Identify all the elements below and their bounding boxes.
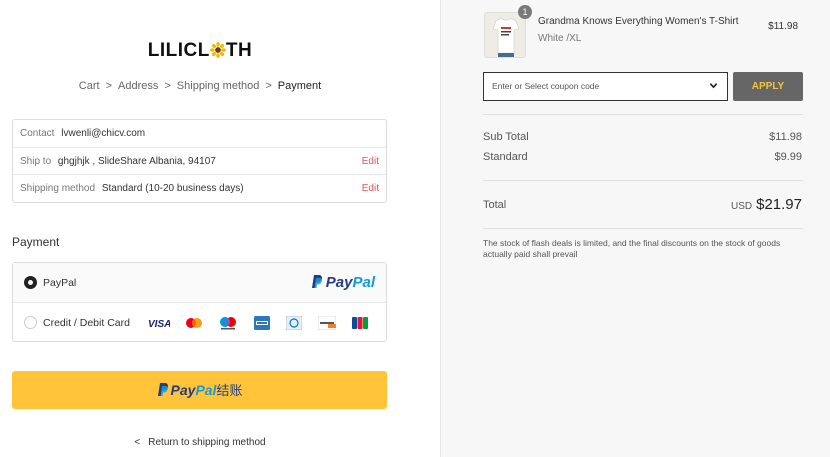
visa-icon: VISA (148, 319, 170, 330)
quantity-badge: 1 (518, 5, 532, 19)
payment-option-card[interactable]: Credit / Debit Card VISA (13, 303, 386, 343)
order-summary: 1 Grandma Knows Everything Women's T-Shi… (440, 0, 830, 457)
breadcrumb-separator: > (164, 80, 171, 92)
paypal-logo-text-b: Pal (352, 274, 375, 291)
apply-coupon-button[interactable]: APPLY (733, 72, 803, 101)
ship-to-label: Ship to (20, 155, 52, 167)
payment-option-paypal[interactable]: PayPal PayPal (13, 263, 386, 303)
card-radio[interactable] (24, 316, 37, 329)
paypal-checkout-button[interactable]: PayPal结账 (12, 371, 387, 409)
ship-to-value: ghgjhjk , SlideShare Albania, 94107 (57, 155, 216, 167)
brand-logo[interactable]: LILICL TH (0, 40, 400, 62)
chevron-down-icon (709, 73, 718, 100)
contact-value: lvwenli@chicv.com (61, 128, 146, 139)
payment-title: Payment (12, 235, 60, 249)
amex-icon (254, 316, 270, 330)
shipping-cost-value: $9.99 (774, 151, 802, 163)
payment-options: PayPal PayPal Credit / Debit Card VISA (12, 262, 387, 342)
paypal-p-icon (157, 383, 168, 396)
paypal-option-label: PayPal (43, 277, 77, 289)
edit-shipping-link[interactable]: Edit (362, 175, 379, 202)
subtotal-value: $11.98 (769, 131, 802, 143)
paypal-logo-text-a: Pay (325, 274, 353, 291)
product-name: Grandma Knows Everything Women's T-Shirt (538, 16, 739, 27)
breadcrumb-shipping-method[interactable]: Shipping method (177, 80, 260, 92)
subtotal-label: Sub Total (483, 131, 529, 143)
return-to-shipping-link[interactable]: < Return to shipping method (0, 437, 400, 448)
paypal-p-icon (311, 275, 322, 288)
breadcrumb-separator: > (265, 80, 272, 92)
logo-text-left: LILICL (147, 40, 210, 61)
breadcrumb-cart[interactable]: Cart (79, 80, 100, 92)
coupon-placeholder: Enter or Select coupon code (492, 81, 600, 91)
total-value: $21.97 (756, 196, 802, 213)
card-option-label: Credit / Debit Card (43, 317, 130, 329)
svg-text:VISA: VISA (148, 319, 170, 330)
paypal-radio[interactable] (24, 276, 37, 289)
return-link-label: Return to shipping method (148, 437, 266, 448)
total-label: Total (483, 199, 507, 211)
total-amount: USD $21.97 (731, 196, 802, 213)
tshirt-image (485, 13, 525, 57)
ship-to-row: Ship to ghgjhjk , SlideShare Albania, 94… (13, 148, 386, 175)
diners-club-icon (286, 316, 302, 330)
shipping-method-label: Shipping method (20, 183, 96, 194)
paypal-button-text-a: Pay (170, 382, 196, 398)
shipping-cost-label: Standard (483, 151, 528, 163)
divider (483, 180, 803, 181)
flash-deal-notice: The stock of flash deals is limited, and… (483, 238, 781, 259)
maestro-icon (220, 317, 236, 330)
paypal-button-text-b: Pal (195, 382, 217, 398)
mastercard-icon (186, 318, 202, 328)
coupon-select[interactable]: Enter or Select coupon code (483, 72, 728, 101)
total-currency: USD (730, 201, 753, 212)
breadcrumb-address[interactable]: Address (118, 80, 158, 92)
logo-text-right: TH (225, 40, 253, 61)
contact-label: Contact (20, 128, 55, 139)
divider (483, 114, 803, 115)
edit-address-link[interactable]: Edit (362, 148, 379, 175)
chevron-left-icon: < (134, 437, 141, 448)
sunflower-icon (209, 42, 226, 58)
breadcrumb: Cart > Address > Shipping method > Payment (0, 80, 400, 92)
contact-row: Contact lvwenli@chicv.com (13, 120, 386, 148)
checkout-info-box: Contact lvwenli@chicv.com Ship to ghgjhj… (12, 119, 387, 203)
shipping-method-value: Standard (10-20 business days) (101, 183, 244, 194)
product-price: $11.98 (768, 21, 798, 32)
jcb-icon (352, 317, 368, 329)
checkout-main: LILICL TH Cart > Address > Shipping method > P… (0, 0, 440, 457)
shipping-method-row: Shipping method Standard (10-20 business… (13, 175, 386, 203)
paypal-button-text-cn: 结账 (216, 383, 243, 398)
divider (483, 228, 803, 229)
breadcrumb-separator: > (105, 80, 112, 92)
breadcrumb-payment: Payment (277, 80, 322, 92)
product-thumbnail (484, 12, 526, 58)
product-variant: White /XL (538, 33, 582, 44)
paypal-logo: PayPal (311, 263, 375, 303)
discover-icon (318, 316, 336, 330)
